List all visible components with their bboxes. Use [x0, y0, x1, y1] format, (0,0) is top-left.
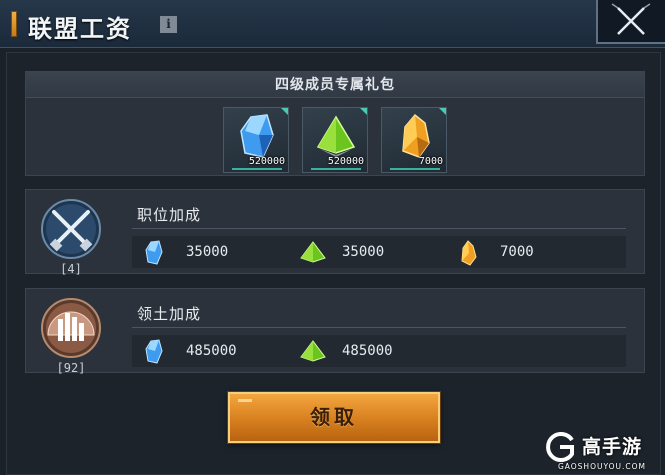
territory-bonus-values: 485000 485000 [132, 335, 626, 367]
claim-button[interactable]: 领取 [228, 392, 440, 443]
title-bar: 联盟工资 i [0, 0, 665, 48]
info-icon[interactable]: i [160, 16, 177, 33]
dome-city-icon [41, 298, 101, 358]
divider [132, 327, 626, 328]
green-pyramid-icon [316, 115, 356, 157]
main-panel: 四级成员专属礼包 520000 520000 7000 [4] 职位加成 350… [6, 52, 661, 475]
watermark-brand: 高手游 [582, 436, 643, 458]
resource-value: 35000 [342, 244, 385, 260]
territory-level: [92] [56, 361, 86, 375]
territory-bonus-title: 领土加成 [137, 305, 202, 323]
gaoshouyou-logo-icon [546, 432, 574, 462]
window-title: 联盟工资 [28, 14, 132, 43]
blue-crystal-icon [145, 240, 163, 265]
resource-value: 35000 [186, 244, 229, 260]
gift-pack-title: 四级成员专属礼包 [26, 72, 644, 98]
position-level: [4] [60, 262, 82, 276]
gift-pack-section: 四级成员专属礼包 520000 520000 7000 [25, 71, 645, 176]
position-bonus-values: 35000 35000 7000 [132, 236, 626, 268]
title-accent-bar [11, 11, 17, 37]
claim-button-label: 领取 [310, 405, 358, 429]
territory-bonus-section: [92] 领土加成 485000 485000 [25, 288, 645, 375]
reward-card-orange-crystal[interactable]: 7000 [381, 107, 447, 173]
blue-crystal-icon [240, 114, 274, 158]
close-button[interactable] [596, 0, 665, 44]
reward-qty: 7000 [418, 156, 443, 167]
crossed-guns-icon [41, 199, 101, 259]
divider [132, 228, 626, 229]
close-x-icon [611, 3, 651, 35]
watermark: 高手游 GAOSHOUYOU.COM [540, 430, 665, 475]
blue-crystal-icon [145, 339, 163, 364]
reward-qty: 520000 [248, 156, 285, 167]
green-pyramid-icon [300, 340, 326, 362]
resource-value: 485000 [186, 343, 237, 359]
watermark-url: GAOSHOUYOU.COM [557, 462, 647, 471]
green-pyramid-icon [300, 241, 326, 263]
reward-qty: 520000 [327, 156, 364, 167]
reward-card-green-pyramid[interactable]: 520000 [302, 107, 368, 173]
orange-crystal-icon [461, 240, 477, 266]
orange-crystal-icon [402, 113, 430, 158]
position-bonus-section: [4] 职位加成 35000 35000 7000 [25, 189, 645, 276]
resource-value: 485000 [342, 343, 393, 359]
position-bonus-title: 职位加成 [137, 206, 202, 224]
resource-value: 7000 [500, 244, 534, 260]
reward-card-blue-crystal[interactable]: 520000 [223, 107, 289, 173]
